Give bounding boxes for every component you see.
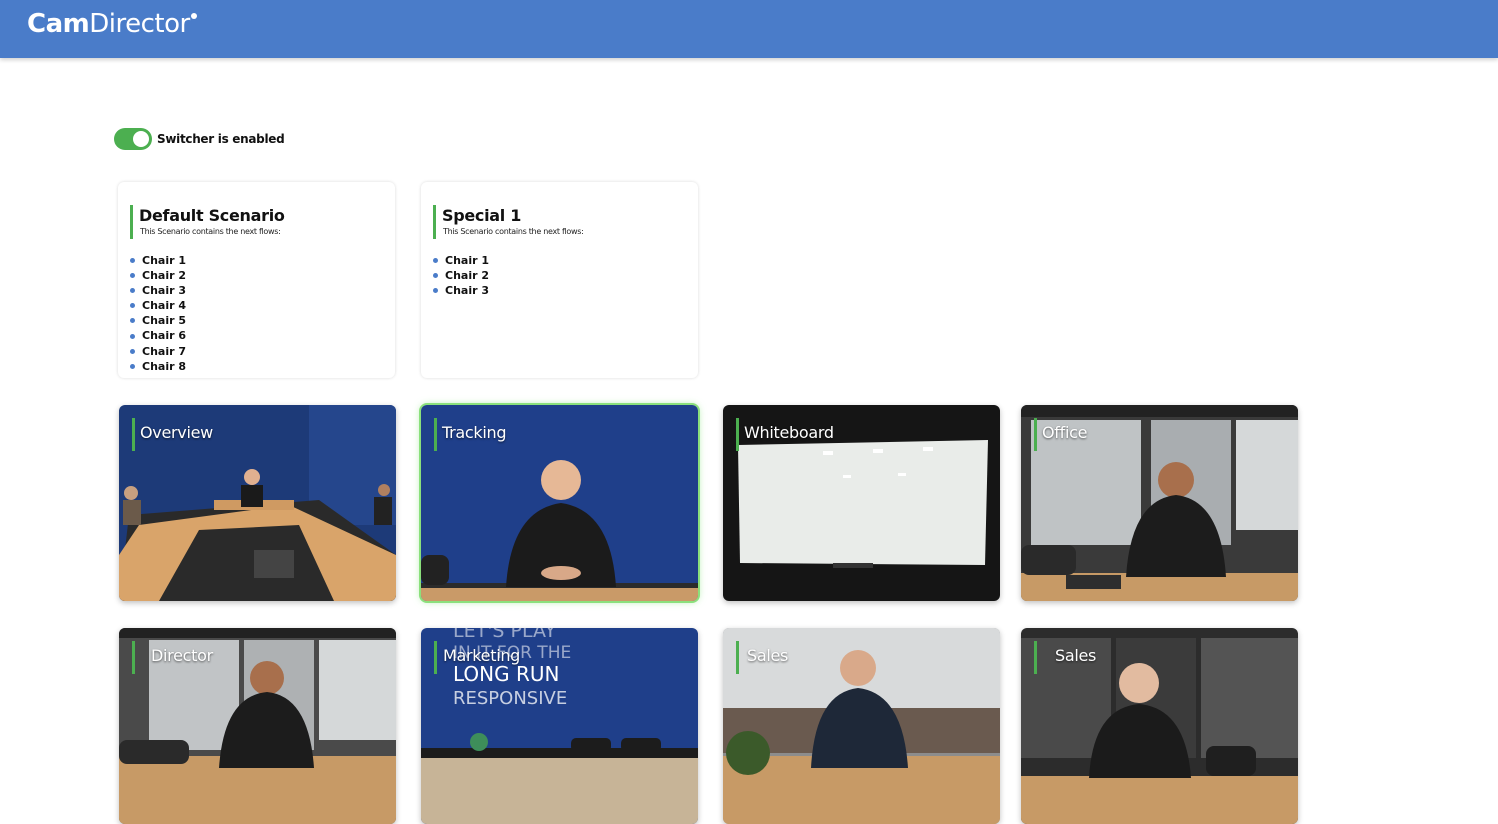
wall-text-line: LONG RUN	[453, 662, 560, 686]
scenario-title: Special 1	[442, 206, 522, 225]
flow-item: Chair 3	[130, 283, 186, 298]
bullet-icon	[433, 258, 438, 264]
camera-accent-bar	[736, 418, 739, 451]
camera-tile-office[interactable]: Office	[1021, 405, 1298, 601]
switcher-label: Switcher is enabled	[157, 132, 285, 146]
flow-item: Chair 7	[130, 344, 186, 359]
flow-item: Chair 3	[433, 283, 489, 298]
camera-tile-sales-2[interactable]: Sales	[1021, 628, 1298, 824]
camera-label: Overview	[140, 423, 213, 442]
top-bar: CamDirector	[0, 0, 1498, 58]
wall-text-line: RESPONSIVE	[453, 688, 568, 709]
camera-accent-bar	[132, 641, 135, 674]
camera-accent-bar	[434, 418, 437, 451]
camdirector-logo[interactable]: CamDirector	[27, 9, 197, 39]
camera-label: Sales	[747, 646, 789, 665]
scenario-flow-list: Chair 1 Chair 2 Chair 3	[433, 253, 489, 298]
camera-accent-bar	[132, 418, 135, 451]
scenario-card-default[interactable]: Default Scenario This Scenario contains …	[118, 182, 395, 378]
scenario-flow-list: Chair 1 Chair 2 Chair 3 Chair 4 Chair 5 …	[130, 253, 186, 374]
toggle-knob	[133, 131, 149, 147]
bullet-icon	[130, 303, 135, 309]
scenario-accent-bar	[433, 205, 436, 239]
wall-text-line: LET'S PLAY	[453, 628, 557, 642]
camera-accent-bar	[434, 641, 437, 674]
bullet-icon	[130, 273, 135, 279]
scenario-description: This Scenario contains the next flows:	[140, 227, 281, 236]
switcher-row: Switcher is enabled	[114, 128, 285, 150]
scenario-card-special-1[interactable]: Special 1 This Scenario contains the nex…	[421, 182, 698, 378]
scenario-description: This Scenario contains the next flows:	[443, 227, 584, 236]
camera-tile-overview[interactable]: Overview	[119, 405, 396, 601]
camera-label: Tracking	[442, 423, 507, 442]
flow-item: Chair 2	[130, 268, 186, 283]
bullet-icon	[130, 363, 135, 369]
logo-dot-icon	[190, 13, 197, 19]
flow-item: Chair 1	[130, 253, 186, 268]
bullet-icon	[433, 288, 438, 294]
camera-tile-marketing[interactable]: LET'S PLAY IN IT FOR THE LONG RUN RESPON…	[421, 628, 698, 824]
bullet-icon	[130, 333, 135, 339]
camera-tile-director[interactable]: Director	[119, 628, 396, 824]
flow-item: Chair 8	[130, 359, 186, 374]
bullet-icon	[130, 348, 135, 354]
marketing-wall-text: LET'S PLAY IN IT FOR THE LONG RUN RESPON…	[453, 628, 571, 708]
camera-label: Sales	[1055, 646, 1097, 665]
flow-item: Chair 1	[433, 253, 489, 268]
bullet-icon	[130, 318, 135, 324]
flow-item: Chair 5	[130, 313, 186, 328]
bullet-icon	[130, 258, 135, 264]
camera-accent-bar	[1034, 418, 1037, 451]
camera-accent-bar	[736, 641, 739, 674]
switcher-toggle[interactable]	[114, 128, 152, 150]
flow-item: Chair 2	[433, 268, 489, 283]
camera-label: Whiteboard	[744, 423, 834, 442]
camera-label: Office	[1042, 423, 1088, 442]
camera-label: Marketing	[443, 646, 521, 665]
scenario-title: Default Scenario	[139, 206, 285, 225]
camera-tile-whiteboard[interactable]: Whiteboard	[723, 405, 1000, 601]
camera-tile-tracking[interactable]: Tracking	[421, 405, 698, 601]
flow-item: Chair 4	[130, 298, 186, 313]
bullet-icon	[130, 288, 135, 294]
camera-label: Director	[151, 646, 213, 665]
camera-tile-sales-1[interactable]: Sales	[723, 628, 1000, 824]
flow-item: Chair 6	[130, 328, 186, 343]
scenario-accent-bar	[130, 205, 133, 239]
bullet-icon	[433, 273, 438, 279]
camera-accent-bar	[1034, 641, 1037, 674]
